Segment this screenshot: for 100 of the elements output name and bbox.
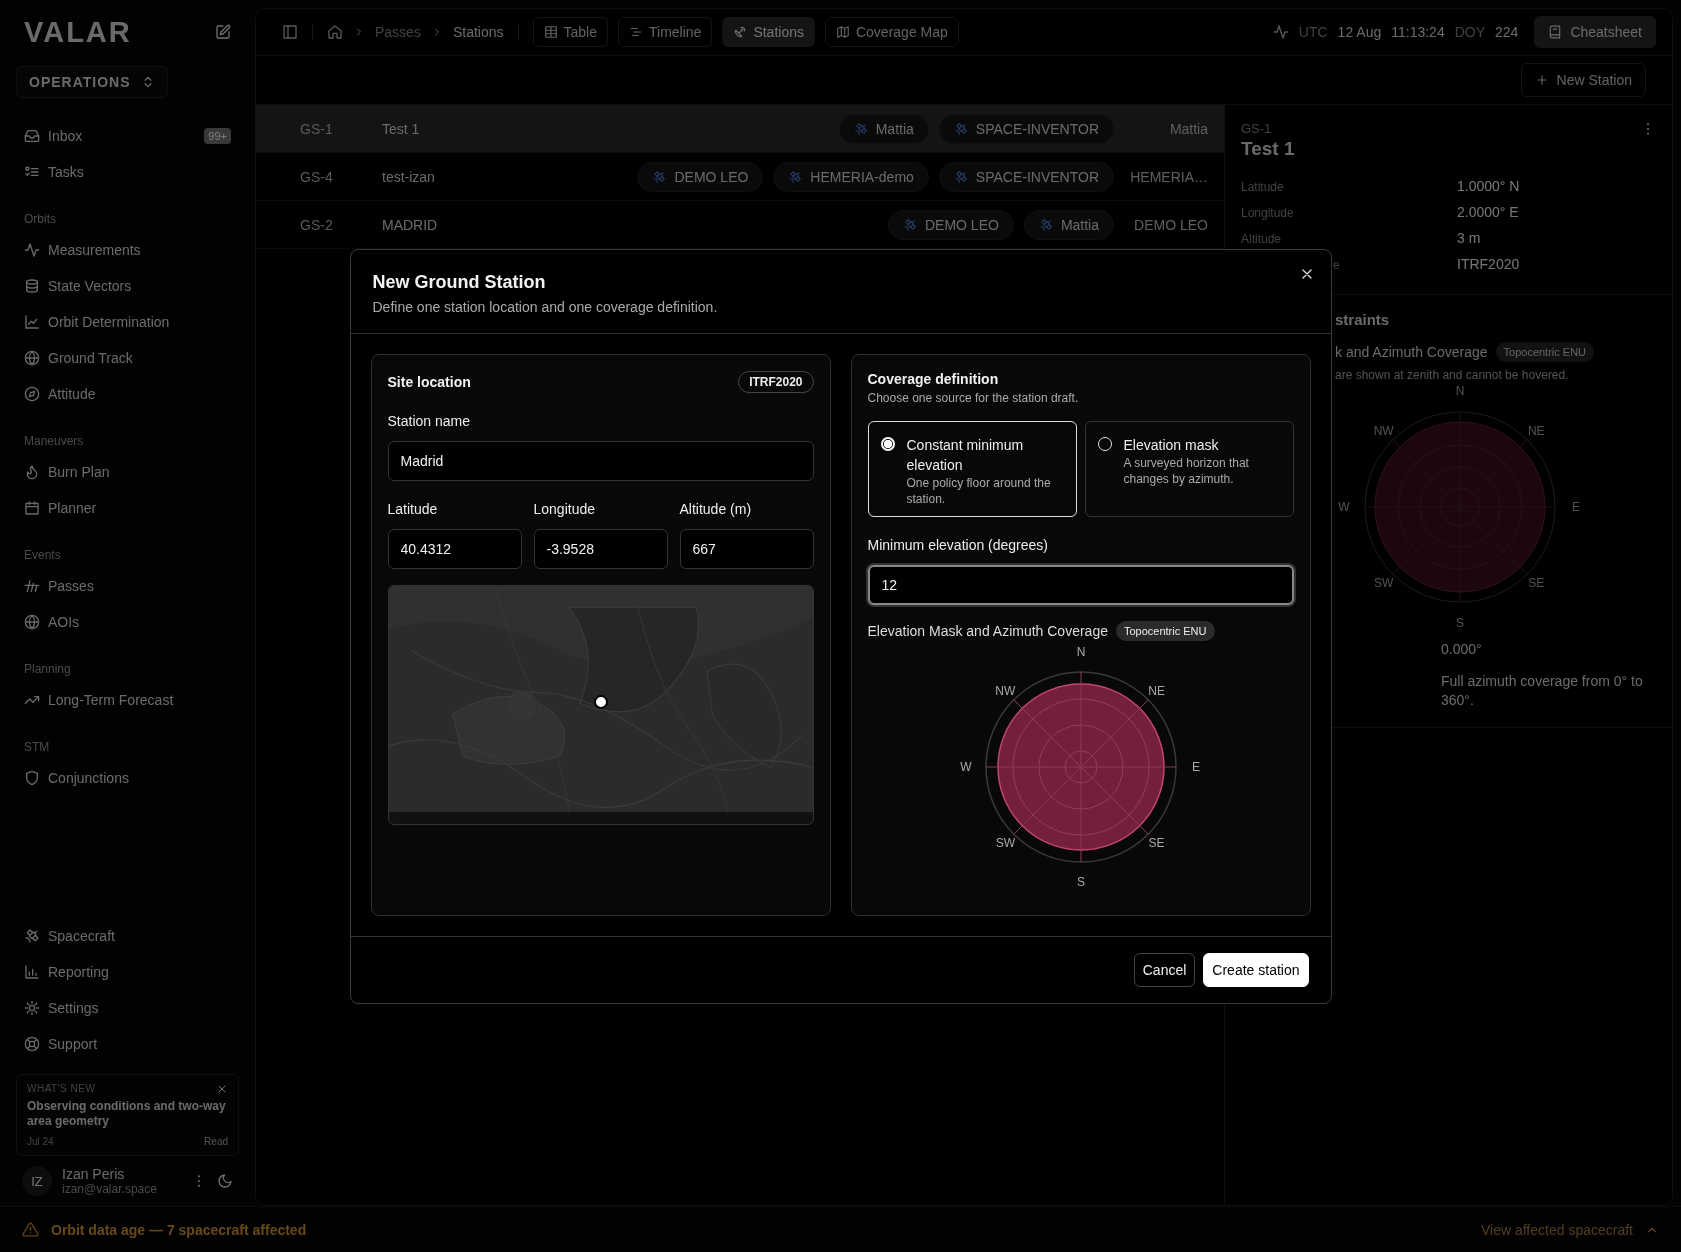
line-chart-icon xyxy=(24,314,40,330)
nav-item[interactable]: Ground Track xyxy=(16,340,239,376)
coordinate-field[interactable]: -3.9528 xyxy=(533,528,668,569)
frame-badge: Topocentric ENU xyxy=(1115,620,1215,641)
time-text: 11:13:24 xyxy=(1391,24,1445,40)
database-icon xyxy=(24,278,40,294)
settings-icon xyxy=(24,999,40,1016)
note-text: are shown at zenith and cannot be hovered. xyxy=(1335,368,1570,382)
field-label: Altitude (m) xyxy=(679,500,753,517)
satellite-icon xyxy=(1038,217,1053,232)
station-name-field[interactable]: Madrid xyxy=(387,440,814,481)
view-tab[interactable]: Table xyxy=(532,17,608,47)
nav-item[interactable]: Long-Term Forecast xyxy=(16,682,239,718)
nav-item[interactable]: State Vectors xyxy=(16,268,239,304)
calendar-icon xyxy=(24,500,40,516)
chart-title: Elevation Mask and Azimuth Coverage xyxy=(867,622,1108,639)
coordinate-field[interactable]: 667 xyxy=(679,528,814,569)
breadcrumb[interactable]: Passes xyxy=(375,24,421,40)
spacecraft-chip: DEMO LEO xyxy=(887,209,1014,240)
nav-item[interactable]: Conjunctions xyxy=(16,760,239,796)
antenna-icon xyxy=(24,578,40,594)
field-label: Minimum elevation (degrees) xyxy=(867,536,1050,553)
moon-icon[interactable] xyxy=(217,1173,233,1189)
nav-item[interactable]: Tasks xyxy=(16,154,239,190)
globe-icon xyxy=(24,614,40,630)
workspace-switcher[interactable]: OPERATIONS xyxy=(16,66,168,98)
user-email: izan@valar.space xyxy=(62,1182,158,1196)
nav-item[interactable]: Orbit Determination xyxy=(16,304,239,340)
field-label: Longitude xyxy=(533,500,596,517)
card-subtitle: Choose one source for the station draft. xyxy=(867,390,1080,405)
section-title: straints xyxy=(1335,311,1391,328)
card-title: Coverage definition xyxy=(867,370,1000,387)
view-tab[interactable]: Coverage Map xyxy=(824,17,959,47)
nav-item[interactable]: Spacecraft xyxy=(16,917,239,954)
status-link[interactable]: View affected spacecraft xyxy=(1480,1221,1633,1238)
doy-value: 224 xyxy=(1495,24,1519,40)
satellite-icon xyxy=(788,169,803,184)
min-elevation-field[interactable]: 12 xyxy=(867,564,1294,605)
direction-label: NE xyxy=(1147,683,1165,698)
create-button[interactable]: Create station xyxy=(1203,952,1309,987)
avatar: IZ xyxy=(22,1166,52,1196)
pulse-icon xyxy=(24,242,40,258)
nav-item[interactable]: Support xyxy=(16,1025,239,1062)
field-label: e xyxy=(1332,257,1341,272)
user-name: Izan Peris xyxy=(62,1166,126,1182)
sidebar-toggle-icon[interactable] xyxy=(282,24,298,40)
nav-item[interactable]: Planner xyxy=(16,490,239,526)
count-badge: 99+ xyxy=(204,128,231,144)
edit-icon[interactable] xyxy=(215,24,231,40)
station-name: Test 1 xyxy=(382,120,420,137)
table-icon xyxy=(543,25,558,39)
nav-item[interactable]: Passes xyxy=(16,568,239,604)
lifebuoy-icon xyxy=(24,1035,40,1052)
nav-item[interactable]: Measurements xyxy=(16,232,239,268)
breadcrumb[interactable]: Stations xyxy=(452,24,504,40)
table-row[interactable]: GS-4 test-izan DEMO LEO HEMERIA-demo SPACE-INVENTOR HEMERIA… xyxy=(256,153,1224,201)
nav-item[interactable]: Burn Plan xyxy=(16,454,239,490)
direction-label: NW xyxy=(1373,423,1394,438)
inbox-icon xyxy=(24,128,40,144)
owner-text: HEMERIA… xyxy=(1129,168,1208,185)
card-date: Jul 24 xyxy=(27,1136,54,1147)
station-id: GS-2 xyxy=(300,216,334,233)
view-tab[interactable]: Stations xyxy=(722,17,815,47)
home-icon[interactable] xyxy=(327,24,343,40)
direction-label: NW xyxy=(994,683,1015,698)
card-title: Site location xyxy=(387,373,471,390)
status-message: Orbit data age — 7 spacecraft affected xyxy=(51,1221,307,1238)
nav-item[interactable]: Inbox 99+ xyxy=(16,118,239,154)
view-tab[interactable]: Timeline xyxy=(618,17,713,47)
coordinate-field[interactable]: 40.4312 xyxy=(387,528,522,569)
spacecraft-chip: SPACE-INVENTOR xyxy=(938,161,1114,192)
direction-label: SW xyxy=(1374,576,1394,591)
coverage-option[interactable]: Constant minimum elevation One policy floor around the station. xyxy=(867,420,1077,517)
cancel-button[interactable]: Cancel xyxy=(1133,952,1196,987)
cheatsheet-button[interactable]: Cheatsheet xyxy=(1534,16,1656,48)
station-id: GS-1 xyxy=(300,120,334,137)
section-label: Events xyxy=(23,547,62,564)
spacecraft-chip: Mattia xyxy=(838,113,929,144)
card-title: Observing conditions and two-way area geometry xyxy=(27,1098,227,1130)
station-title: Test 1 xyxy=(1241,138,1295,160)
new-station-button[interactable]: New Station xyxy=(1520,63,1646,97)
station-id: GS-1 xyxy=(1241,121,1273,136)
table-row[interactable]: GS-1 Test 1 Mattia SPACE-INVENTOR Mattia xyxy=(256,105,1224,153)
nav-item[interactable]: Attitude xyxy=(16,376,239,412)
direction-label: SW xyxy=(995,835,1015,850)
flame-icon xyxy=(24,464,40,480)
coverage-option[interactable]: Elevation mask A surveyed horizon that changes by azimuth. xyxy=(1084,420,1294,517)
option-title: Elevation mask xyxy=(1123,435,1220,455)
nav-item[interactable]: AOIs xyxy=(16,604,239,640)
nav-item[interactable]: Settings xyxy=(16,989,239,1026)
book-icon xyxy=(1548,25,1563,39)
card-eyebrow: WHAT'S NEW xyxy=(27,1083,96,1095)
nav-item[interactable]: Reporting xyxy=(16,953,239,990)
direction-label: N xyxy=(1455,384,1465,398)
warning-icon xyxy=(22,1221,39,1238)
section-label: Planning xyxy=(23,661,72,678)
option-description: One policy floor around the station. xyxy=(906,475,1052,508)
read-link[interactable]: Read xyxy=(204,1136,228,1147)
satellite-icon xyxy=(953,169,968,184)
field-label: Station name xyxy=(387,412,471,429)
